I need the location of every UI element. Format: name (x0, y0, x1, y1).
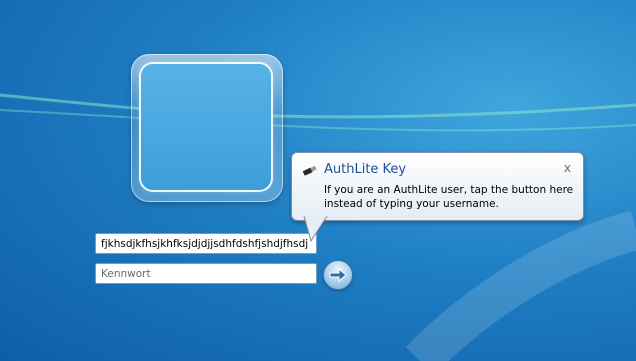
close-icon[interactable]: x (564, 161, 571, 175)
username-input[interactable] (95, 233, 317, 254)
authlite-tooltip: AuthLite Key x If you are an AuthLite us… (291, 152, 584, 221)
usb-key-icon (302, 165, 317, 176)
user-picture (141, 64, 271, 190)
password-input[interactable] (95, 263, 317, 284)
user-picture-frame (131, 54, 283, 202)
tooltip-title: AuthLite Key (324, 162, 407, 177)
tooltip-tail (303, 216, 328, 242)
submit-button[interactable] (323, 260, 353, 290)
tooltip-body: If you are an AuthLite user, tap the but… (324, 184, 574, 210)
arrow-right-icon (329, 268, 347, 282)
